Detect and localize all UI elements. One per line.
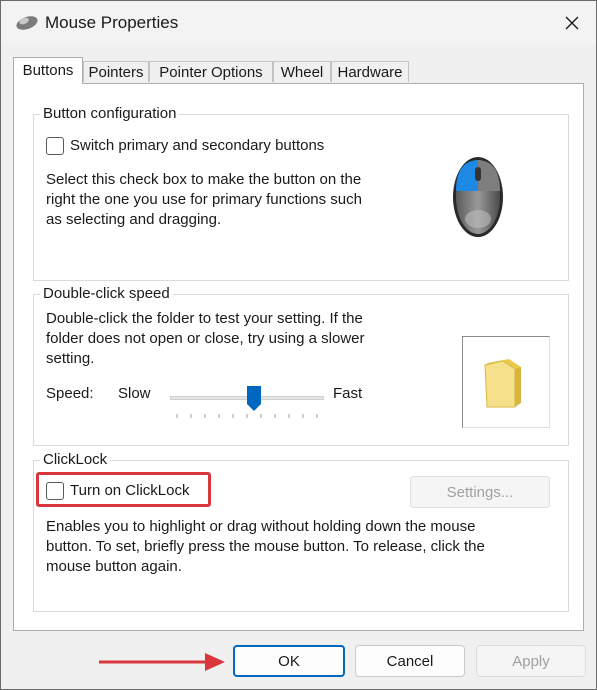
- fast-label: Fast: [333, 385, 363, 402]
- slow-label: Slow: [118, 385, 151, 402]
- double-click-speed-group: Double-click speed Double-click the fold…: [33, 285, 569, 446]
- speed-label: Speed:: [46, 385, 94, 402]
- close-button[interactable]: [548, 1, 596, 45]
- button-configuration-group: Button configuration Switch primary and …: [33, 105, 569, 281]
- clicklock-checkbox[interactable]: [46, 482, 64, 500]
- folder-icon: [484, 359, 521, 408]
- buttons-tab-panel: Button configuration Switch primary and …: [13, 83, 584, 631]
- slider-ticks: [176, 414, 318, 418]
- tab-pointer-options[interactable]: Pointer Options: [149, 61, 273, 82]
- tab-wheel[interactable]: Wheel: [273, 61, 331, 82]
- mouse-image-icon: [453, 157, 503, 237]
- clicklock-description: Enables you to highlight or drag without…: [46, 518, 485, 575]
- window-title: Mouse Properties: [45, 13, 179, 32]
- clicklock-settings-button[interactable]: Settings...: [410, 476, 550, 508]
- switch-buttons-label[interactable]: Switch primary and secondary buttons: [70, 136, 324, 156]
- title-bar: Mouse Properties: [1, 1, 596, 45]
- close-icon: [565, 16, 579, 30]
- clicklock-group: ClickLock Turn on ClickLock Settings... …: [33, 451, 569, 612]
- double-click-description: Double-click the folder to test your set…: [46, 310, 365, 367]
- mouse-properties-window: Mouse Properties Buttons Pointers Pointe…: [0, 0, 597, 690]
- arrow-annotation-icon: [99, 653, 225, 671]
- double-click-speed-label: Double-click speed: [40, 285, 173, 303]
- slider-thumb[interactable]: [247, 386, 261, 412]
- tab-buttons[interactable]: Buttons: [13, 57, 83, 84]
- apply-button[interactable]: Apply: [476, 645, 586, 677]
- switch-buttons-checkbox[interactable]: [46, 137, 64, 155]
- clicklock-group-label: ClickLock: [40, 451, 111, 469]
- tab-hardware[interactable]: Hardware: [331, 61, 409, 82]
- button-configuration-label: Button configuration: [40, 105, 180, 123]
- button-config-description: Select this check box to make the button…: [46, 171, 362, 228]
- speed-slider[interactable]: [170, 386, 324, 420]
- tab-pointers[interactable]: Pointers: [83, 61, 149, 82]
- test-folder-area[interactable]: [462, 336, 550, 428]
- cancel-button[interactable]: Cancel: [355, 645, 465, 677]
- clicklock-label[interactable]: Turn on ClickLock: [70, 481, 190, 501]
- mouse-illustration: [405, 119, 551, 274]
- ok-button[interactable]: OK: [233, 645, 345, 677]
- mouse-app-icon: [16, 16, 38, 30]
